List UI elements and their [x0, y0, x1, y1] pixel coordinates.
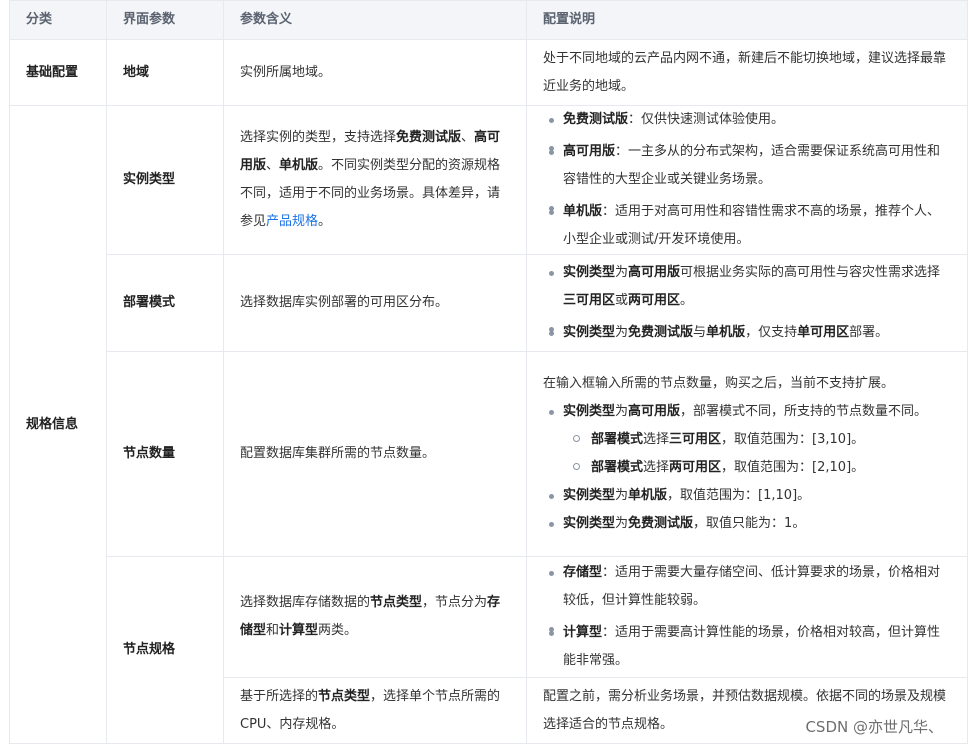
category-spec: 规格信息 — [9, 105, 107, 744]
table-row: 节点数量 配置数据库集群所需的节点数量。 在输入框输入所需的节点数量，购买之后，… — [10, 351, 968, 557]
list-item: 计算型：适用于需要高计算性能的场景，价格相对较高，但计算性能非常强。 — [543, 619, 951, 675]
list-item: 实例类型为免费测试版，取值只能为：1。 — [543, 510, 951, 538]
table-row: 部署模式 选择数据库实例部署的可用区分布。 实例类型为高可用版可根据业务实际的高… — [10, 254, 968, 352]
list-item: 实例类型为高可用版，部署模式不同，所支持的节点数量不同。 部署模式选择三可用区，… — [543, 398, 951, 482]
desc-deploy-mode: 实例类型为高可用版可根据业务实际的高可用性与容灾性需求选择三可用区或两可用区。 … — [526, 254, 968, 352]
param-deploy-mode: 部署模式 — [106, 254, 224, 352]
meaning-node-spec-size: 基于所选择的节点类型，选择单个节点所需的 CPU、内存规格。 — [223, 677, 527, 744]
node-count-intro: 在输入框输入所需的节点数量，购买之后，当前不支持扩展。 — [543, 376, 895, 391]
list-item: 存储型：适用于需要大量存储空间、低计算要求的场景，价格相对较低，但计算性能较弱。 — [543, 559, 951, 615]
list-item: 高可用版：一主多从的分布式架构，适合需要保证系统高可用性和容错性的大型企业或关键… — [543, 138, 951, 194]
watermark: CSDN @亦世凡华、 — [801, 715, 947, 739]
meaning-deploy-mode: 选择数据库实例部署的可用区分布。 — [223, 254, 527, 352]
param-node-count: 节点数量 — [106, 351, 224, 557]
desc-instance-type: 免费测试版：仅供快速测试体验使用。 高可用版：一主多从的分布式架构，适合需要保证… — [526, 105, 968, 255]
header-param: 界面参数 — [106, 0, 224, 40]
table-header-row: 分类 界面参数 参数含义 配置说明 — [9, 0, 968, 40]
meaning-region: 实例所属地域。 — [223, 39, 527, 106]
list-item: 免费测试版：仅供快速测试体验使用。 — [543, 106, 951, 134]
desc-node-count: 在输入框输入所需的节点数量，购买之后，当前不支持扩展。 实例类型为高可用版，部署… — [526, 351, 968, 557]
desc-region: 处于不同地域的云产品内网不通，新建后不能切换地域，建议选择最靠近业务的地域。 — [526, 39, 968, 106]
spec-table: 分类 界面参数 参数含义 配置说明 基础配置 地域 实例所属地域。 处于不同地域… — [9, 0, 968, 744]
table-row: 规格信息 实例类型 选择实例的类型，支持选择免费测试版、高可用版、单机版。不同实… — [9, 105, 968, 744]
sub-list-item: 部署模式选择两可用区，取值范围为：[2,10]。 — [563, 454, 951, 482]
meaning-node-spec-type: 选择数据库存储数据的节点类型，节点分为存储型和计算型两类。 — [223, 556, 527, 678]
list-item: 实例类型为高可用版可根据业务实际的高可用性与容灾性需求选择三可用区或两可用区。 — [543, 259, 951, 315]
desc-node-spec-type: 存储型：适用于需要大量存储空间、低计算要求的场景，价格相对较低，但计算性能较弱。… — [526, 556, 968, 678]
param-node-spec: 节点规格 — [106, 556, 224, 744]
header-desc: 配置说明 — [526, 0, 968, 40]
meaning-node-count: 配置数据库集群所需的节点数量。 — [223, 351, 527, 557]
header-meaning: 参数含义 — [223, 0, 527, 40]
product-spec-link[interactable]: 产品规格 — [266, 214, 318, 229]
param-region: 地域 — [106, 39, 224, 106]
header-category: 分类 — [9, 0, 107, 40]
param-instance-type: 实例类型 — [106, 105, 224, 255]
category-basic: 基础配置 — [9, 39, 107, 106]
list-item: 实例类型为单机版，取值范围为：[1,10]。 — [543, 482, 951, 510]
list-item: 实例类型为免费测试版与单机版，仅支持单可用区部署。 — [543, 319, 951, 347]
list-item: 单机版：适用于对高可用性和容错性需求不高的场景，推荐个人、小型企业或测试/开发环… — [543, 198, 951, 254]
sub-list-item: 部署模式选择三可用区，取值范围为：[3,10]。 — [563, 426, 951, 454]
meaning-instance-type: 选择实例的类型，支持选择免费测试版、高可用版、单机版。不同实例类型分配的资源规格… — [223, 105, 527, 255]
table-row: 节点规格 选择数据库存储数据的节点类型，节点分为存储型和计算型两类。 存储型：适… — [10, 556, 968, 744]
table-row: 基础配置 地域 实例所属地域。 处于不同地域的云产品内网不通，新建后不能切换地域… — [9, 39, 968, 106]
